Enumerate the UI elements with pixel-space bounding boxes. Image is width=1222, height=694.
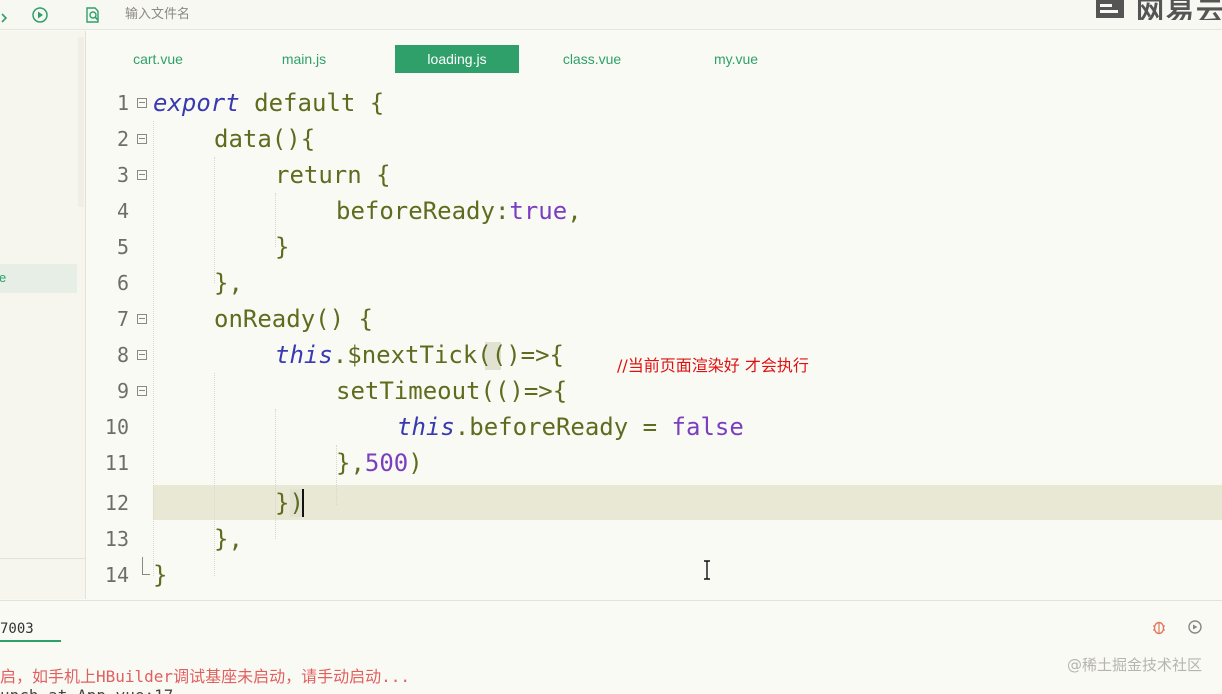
code-token: , [567,197,582,225]
code-token: }, [214,525,243,553]
play-circle-icon[interactable] [31,6,49,24]
debug-bug-icon[interactable] [1150,618,1168,636]
brand-logo: 网易云 [1090,0,1222,20]
fold-toggle-icon[interactable] [137,170,147,180]
refresh-icon[interactable] [1186,618,1204,636]
console-panel: 7003 启，如手机上HBuilder调试基座未启动，请手动启动... unch… [0,600,1222,694]
code-line: 5 } [87,229,1222,265]
code-token: } [153,561,168,589]
console-tab[interactable]: 7003 [0,618,61,642]
sidebar-item-selected[interactable]: e [0,264,77,293]
code-line: 14 } [87,557,1222,593]
editor-tabs: cart.vue main.js loading.js class.vue my… [87,31,1222,75]
annotation-comment: //当前页面渲染好 才会执行 [617,356,809,375]
line-number: 12 [104,491,129,515]
line-number: 8 [116,343,129,367]
line-number: 11 [104,451,129,475]
fold-toggle-icon[interactable] [137,350,147,360]
code-token: false [671,413,744,441]
line-number: 5 [116,235,129,259]
code-token: }, [336,449,365,477]
fold-toggle-icon[interactable] [137,314,147,324]
code-line-current: 12 }) [87,485,1222,521]
code-line: 1 export default { [87,85,1222,121]
text-caret [302,489,304,517]
console-error-line: 启，如手机上HBuilder调试基座未启动，请手动启动... [0,667,410,686]
top-toolbar: 输入文件名 网易云 [0,0,1222,30]
code-token: 500 [364,449,409,477]
code-token: ( [477,341,492,369]
fold-toggle-icon[interactable] [137,134,147,144]
arrow-icon[interactable] [0,6,18,24]
file-search-input[interactable]: 输入文件名 [125,5,190,23]
code-token: .beforeReady = [454,413,672,441]
brand-icon [1096,0,1124,18]
code-token: true [509,197,568,225]
code-line: 13 }, [87,521,1222,557]
code-line: 2 data(){ [87,121,1222,157]
sidebar-divider [0,558,85,559]
watermark: @稀土掘金技术社区 [1066,656,1202,674]
code-token: beforeReady: [336,197,510,225]
line-number: 7 [116,307,129,331]
line-number: 13 [104,527,129,551]
line-number: 4 [116,199,129,223]
sidebar-item-label: e [0,270,7,285]
line-number: 3 [116,163,129,187]
tab-main-js[interactable]: main.js [253,45,355,73]
sidebar-scrollbar[interactable] [78,37,84,207]
code-line: 3 return { [87,157,1222,193]
code-line: 9 setTimeout(()=>{ [87,373,1222,409]
code-token: }, [214,269,243,297]
code-token: onReady() { [214,305,373,333]
code-token: data(){ [214,125,316,153]
line-number: 1 [116,91,129,115]
fold-toggle-icon[interactable] [137,98,147,108]
project-sidebar: e [0,31,86,599]
code-token: .$nextTick [332,341,478,369]
tab-loading-js[interactable]: loading.js [395,45,519,73]
text-cursor-icon [704,560,710,580]
code-token: ()=>{ [491,341,564,369]
tab-cart-vue[interactable]: cart.vue [107,45,209,73]
line-number: 9 [116,379,129,403]
code-line: 4 beforeReady:true, [87,193,1222,229]
code-line: 7 onReady() { [87,301,1222,337]
code-token: } [275,233,290,261]
code-token: setTimeout(()=>{ [336,377,568,405]
code-token: default { [239,89,385,117]
code-token: } [275,489,290,517]
code-line: 10 this.beforeReady = false [87,409,1222,445]
code-line: 11 },500) [87,445,1222,481]
line-number: 6 [116,271,129,295]
fold-toggle-icon[interactable] [137,386,147,396]
line-number: 14 [104,563,129,587]
line-number: 10 [104,415,129,439]
fold-end-marker [142,557,150,575]
tab-my-vue[interactable]: my.vue [685,45,787,73]
code-token: ) [408,449,423,477]
code-token: this [397,413,455,441]
code-token: return { [275,161,391,189]
code-token: this [275,341,333,369]
file-search-icon[interactable] [84,6,102,24]
code-line: 6 }, [87,265,1222,301]
line-number: 2 [116,127,129,151]
brand-text: 网易云 [1136,0,1222,20]
code-editor[interactable]: 1 export default { 2 data(){ 3 return { … [87,80,1222,599]
tab-class-vue[interactable]: class.vue [541,45,643,73]
code-token: export [153,89,240,117]
console-log-line: unch at App.vue:17 [0,686,173,694]
